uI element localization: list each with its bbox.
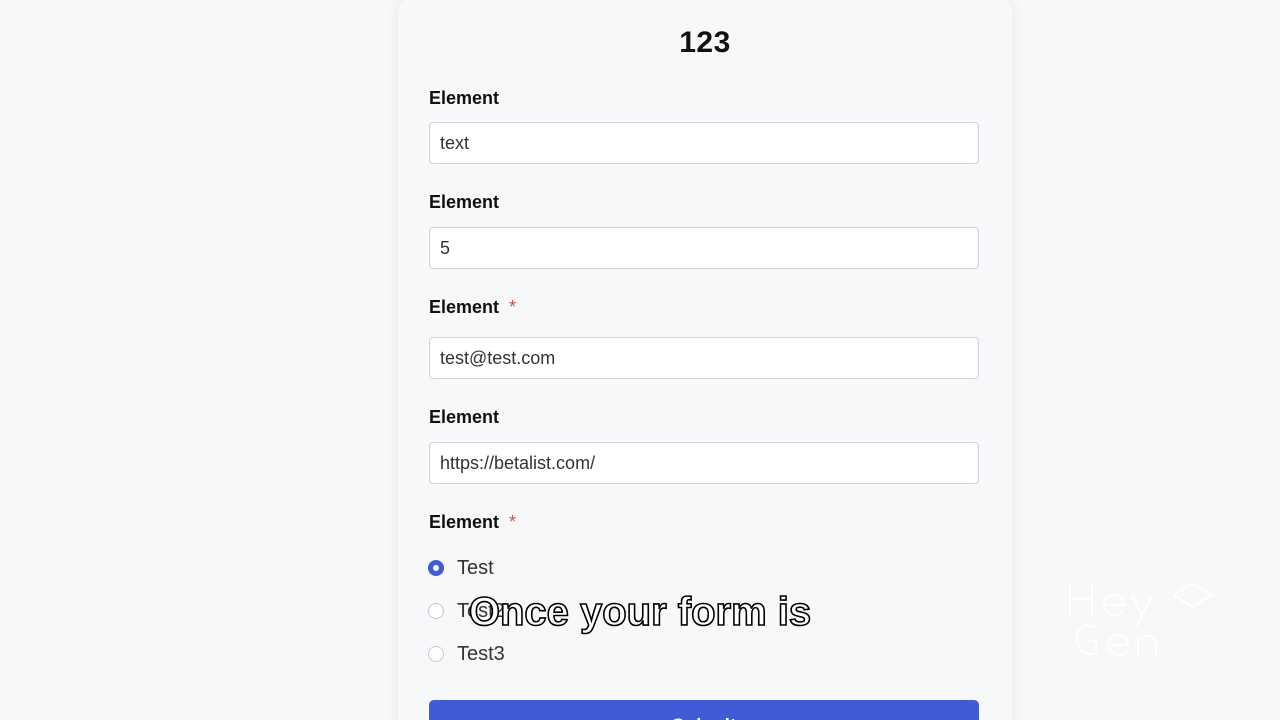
radio-unchecked-icon[interactable] [428, 646, 444, 662]
field-label-4: Element [429, 407, 499, 428]
radio-checked-icon[interactable] [428, 560, 444, 576]
subtitle-text: Once your form is [468, 589, 812, 635]
email-field[interactable] [429, 337, 979, 379]
radio-option-test[interactable]: Test [428, 555, 494, 581]
field-label-2: Element [429, 192, 499, 213]
required-marker: * [509, 297, 517, 317]
field-label-text: Element [429, 192, 500, 212]
text-field[interactable] [429, 122, 979, 164]
field-label-text: Element [429, 512, 500, 532]
page: 123 Element Element Element * Element Ele… [0, 0, 1280, 720]
field-label-text: Element [429, 297, 500, 317]
radio-option-label: Test [457, 556, 494, 579]
field-label-text: Element [429, 88, 500, 108]
field-label-3: Element * [429, 297, 516, 318]
required-marker: * [509, 512, 517, 532]
field-label-text: Element [429, 407, 500, 427]
radio-group-label: Element * [429, 512, 516, 533]
heygen-watermark-logo [1069, 581, 1214, 657]
field-label-1: Element [429, 88, 499, 109]
radio-option-label: Test3 [457, 642, 505, 665]
form-title: 123 [679, 26, 731, 59]
number-field[interactable] [429, 227, 979, 269]
submit-button[interactable]: Submit [429, 700, 979, 720]
radio-option-test3[interactable]: Test3 [428, 641, 505, 667]
url-field[interactable] [429, 442, 979, 484]
